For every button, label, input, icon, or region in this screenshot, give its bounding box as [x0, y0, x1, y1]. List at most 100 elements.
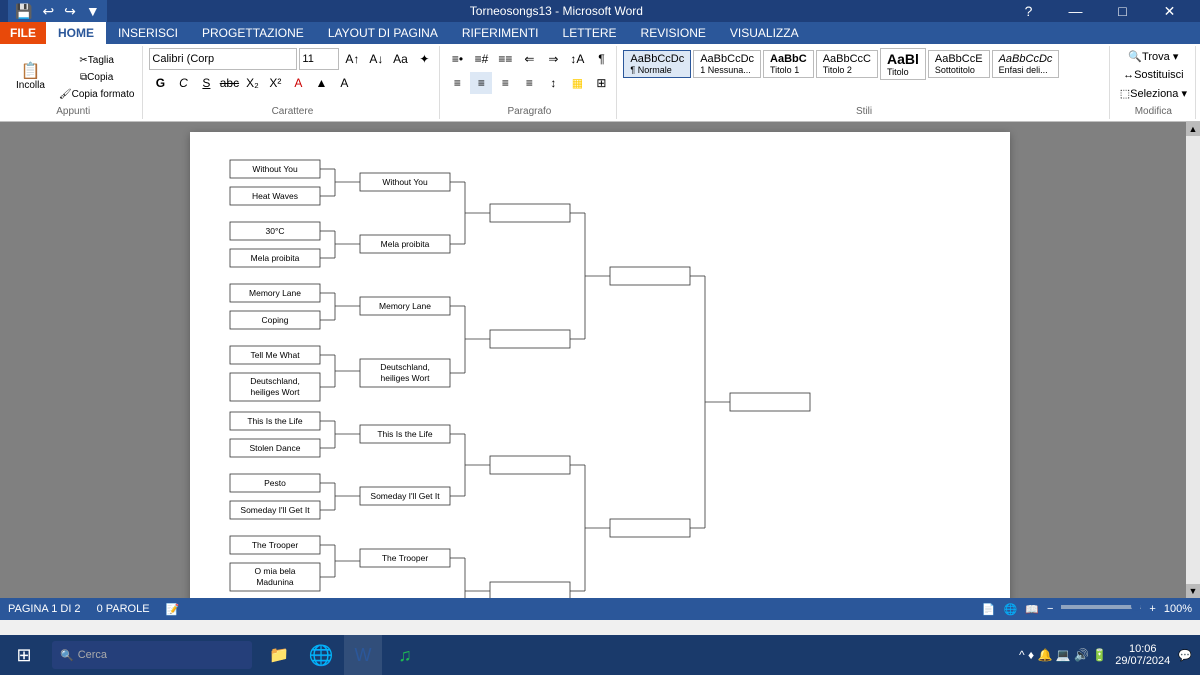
paragraph-group-label: Paragrafo	[446, 106, 612, 117]
chrome-icon[interactable]: 🌐	[302, 635, 340, 675]
decrease-indent-btn[interactable]: ⇐	[518, 48, 540, 70]
style-titolo[interactable]: AaBl Titolo	[880, 48, 926, 80]
align-left-btn[interactable]: ≡	[446, 72, 468, 94]
cut-icon: ✂	[79, 55, 87, 66]
style-normale[interactable]: AaBbCcDc ¶ Normale	[623, 50, 691, 78]
style-titolo1[interactable]: AaBbC Titolo 1	[763, 50, 814, 78]
svg-text:Stolen Dance: Stolen Dance	[249, 443, 300, 453]
redo-quick-btn[interactable]: ↪	[61, 2, 79, 21]
tab-file[interactable]: FILE	[0, 22, 46, 44]
spotify-icon[interactable]: ♫	[386, 635, 424, 675]
minimize-btn[interactable]: —	[1053, 0, 1098, 22]
show-marks-btn[interactable]: ¶	[590, 48, 612, 70]
zoom-in-btn[interactable]: +	[1149, 603, 1155, 615]
cut-button[interactable]: ✂ Taglia	[55, 53, 139, 68]
taskbar-pinned-apps: 📁 🌐 W ♫	[260, 635, 424, 675]
shading-btn[interactable]: ▦	[566, 72, 588, 94]
clear-format-btn[interactable]: ✦	[413, 48, 435, 70]
tab-lettere[interactable]: LETTERE	[551, 22, 629, 44]
font-group-label: Carattere	[149, 106, 435, 117]
close-btn[interactable]: ✕	[1147, 0, 1192, 22]
layout-read-btn[interactable]: 📖	[1025, 603, 1039, 616]
scroll-up-btn[interactable]: ▲	[1186, 122, 1200, 136]
sort-btn[interactable]: ↕A	[566, 48, 588, 70]
taskbar-clock: 10:06 29/07/2024	[1115, 643, 1170, 667]
numbering-btn[interactable]: ≡#	[470, 48, 492, 70]
justify-btn[interactable]: ≡	[518, 72, 540, 94]
file-explorer-icon[interactable]: 📁	[260, 635, 298, 675]
svg-text:heiliges Wort: heiliges Wort	[251, 387, 301, 397]
style-sottotitolo[interactable]: AaBbCcE Sottotitolo	[928, 50, 990, 78]
tab-progettazione[interactable]: PROGETTAZIONE	[190, 22, 316, 44]
format-painter-button[interactable]: 🖌 Copia formato	[55, 87, 139, 102]
ribbon-tab-bar: FILE HOME INSERISCI PROGETTAZIONE LAYOUT…	[0, 22, 1200, 44]
paragraph-buttons: ≡• ≡# ≡≡ ⇐ ⇒ ↕A ¶ ≡ ≡ ≡ ≡ ↕ ▦ ⊞	[446, 48, 612, 106]
undo-quick-btn[interactable]: ↩	[39, 2, 57, 21]
font-size-input[interactable]	[299, 48, 339, 70]
font-group: A↑ A↓ Aa ✦ G C S abc X₂ X² A ▲ A Caratte	[145, 46, 440, 119]
tab-inserisci[interactable]: INSERISCI	[106, 22, 190, 44]
svg-text:Deutschland,: Deutschland,	[380, 362, 430, 372]
italic-btn[interactable]: C	[172, 72, 194, 94]
style-enfasi[interactable]: AaBbCcDc Enfasi deli...	[992, 50, 1060, 78]
line-spacing-btn[interactable]: ↕	[542, 72, 564, 94]
bullets-btn[interactable]: ≡•	[446, 48, 468, 70]
superscript-btn[interactable]: X²	[264, 72, 286, 94]
tab-layout[interactable]: LAYOUT DI PAGINA	[316, 22, 450, 44]
font-case-btn[interactable]: Aa	[389, 48, 411, 70]
strikethrough-btn[interactable]: abc	[218, 72, 240, 94]
replace-button[interactable]: ↔ Sostituisci	[1119, 67, 1188, 83]
taskbar-search[interactable]: 🔍 Cerca	[52, 641, 252, 669]
svg-text:Pesto: Pesto	[264, 478, 286, 488]
underline-btn[interactable]: S	[195, 72, 217, 94]
svg-text:O mia bela: O mia bela	[254, 566, 295, 576]
font-name-input[interactable]	[149, 48, 297, 70]
windows-icon: ⊞	[16, 645, 31, 666]
tab-revisione[interactable]: REVISIONE	[629, 22, 718, 44]
align-row: ≡ ≡ ≡ ≡ ↕ ▦ ⊞	[446, 72, 612, 94]
tab-riferimenti[interactable]: RIFERIMENTI	[450, 22, 551, 44]
zoom-slider[interactable]	[1061, 605, 1141, 609]
scroll-down-btn[interactable]: ▼	[1186, 584, 1200, 598]
select-icon: ⬚	[1120, 87, 1130, 100]
tab-visualizza[interactable]: VISUALIZZA	[718, 22, 811, 44]
layout-web-btn[interactable]: 🌐	[1004, 603, 1018, 616]
find-button[interactable]: 🔍 Trova ▾	[1124, 48, 1182, 65]
increase-indent-btn[interactable]: ⇒	[542, 48, 564, 70]
customize-quick-btn[interactable]: ▼	[83, 2, 103, 20]
copy-icon: ⧉	[80, 72, 87, 83]
font-color-btn[interactable]: A	[287, 72, 309, 94]
help-btn[interactable]: ?	[1006, 0, 1051, 22]
vertical-scrollbar[interactable]: ▲ ▼	[1186, 122, 1200, 598]
paste-button[interactable]: 📋 Incolla	[8, 60, 53, 95]
highlight-btn[interactable]: ▲	[310, 72, 332, 94]
notification-btn[interactable]: 💬	[1178, 649, 1192, 662]
maximize-btn[interactable]: □	[1100, 0, 1145, 22]
tab-home[interactable]: HOME	[46, 22, 106, 44]
multilevel-btn[interactable]: ≡≡	[494, 48, 516, 70]
start-button[interactable]: ⊞	[0, 635, 48, 675]
style-titolo2[interactable]: AaBbCcC Titolo 2	[816, 50, 878, 78]
svg-text:Without You: Without You	[382, 177, 428, 187]
subscript-btn[interactable]: X₂	[241, 72, 263, 94]
layout-print-btn[interactable]: 📄	[982, 603, 996, 616]
zoom-out-btn[interactable]: −	[1047, 603, 1053, 615]
save-quick-btn[interactable]: 💾	[12, 2, 35, 21]
paragraph-group: ≡• ≡# ≡≡ ⇐ ⇒ ↕A ¶ ≡ ≡ ≡ ≡ ↕ ▦ ⊞	[442, 46, 617, 119]
word-icon[interactable]: W	[344, 635, 382, 675]
svg-text:The Trooper: The Trooper	[382, 553, 428, 563]
select-button[interactable]: ⬚ Seleziona ▾	[1116, 85, 1191, 102]
window-controls: ? — □ ✕	[1006, 0, 1192, 22]
font-shrink-btn[interactable]: A↓	[365, 48, 387, 70]
bold-btn[interactable]: G	[149, 72, 171, 94]
status-right: 📄 🌐 📖 − + 100%	[982, 603, 1192, 616]
svg-text:Deutschland,: Deutschland,	[250, 376, 300, 386]
align-center-btn[interactable]: ≡	[470, 72, 492, 94]
track-changes-icon[interactable]: 📝	[166, 603, 180, 616]
style-nessuna[interactable]: AaBbCcDc 1 Nessuna...	[693, 50, 761, 78]
copy-button[interactable]: ⧉ Copia	[55, 70, 139, 85]
font-grow-btn[interactable]: A↑	[341, 48, 363, 70]
align-right-btn[interactable]: ≡	[494, 72, 516, 94]
font-bg-btn[interactable]: A	[333, 72, 355, 94]
borders-btn[interactable]: ⊞	[590, 72, 612, 94]
